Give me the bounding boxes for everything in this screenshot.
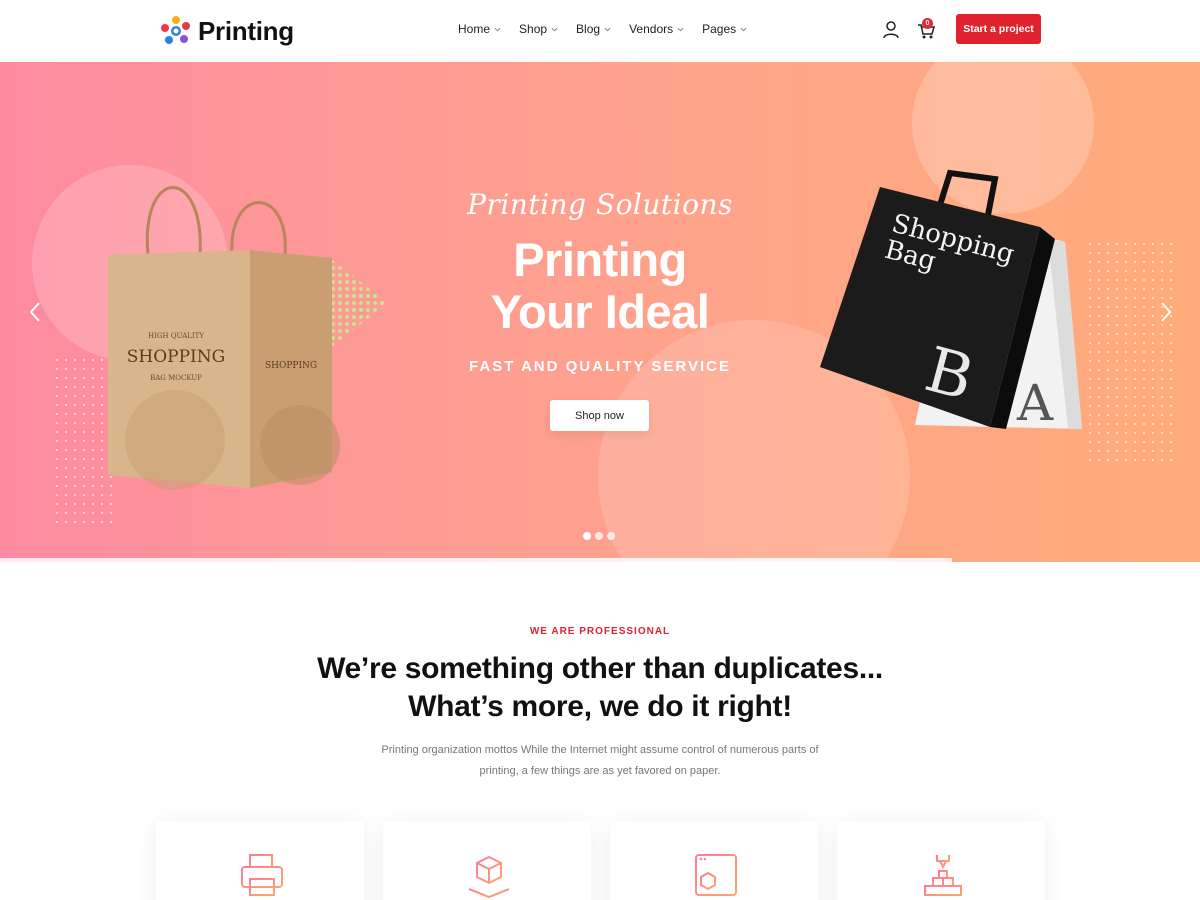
slider-dot[interactable] (595, 532, 603, 540)
bag-text-top: HIGH QUALITY (148, 332, 204, 340)
hero-subtitle: Printing Solutions (467, 188, 733, 221)
bag-text-main: SHOPPING (127, 347, 225, 367)
service-cards (156, 821, 1064, 900)
chevron-down-icon (740, 27, 747, 31)
chevron-down-icon (494, 27, 501, 31)
nav-label: Home (458, 22, 491, 36)
nav-item-vendors[interactable]: Vendors (629, 22, 684, 36)
service-card-3d-printer[interactable] (837, 821, 1045, 900)
nav-label: Vendors (629, 22, 674, 36)
service-card-web[interactable] (610, 821, 818, 900)
slider-dot[interactable] (583, 532, 591, 540)
bag-letter-back: A (1016, 374, 1054, 432)
nav-label: Shop (519, 22, 548, 36)
svg-text:SHOPPING: SHOPPING (265, 361, 317, 371)
3d-printer-icon (923, 854, 963, 896)
chevron-right-icon[interactable] (1159, 300, 1173, 324)
heading-plain: What’s more, (408, 690, 600, 723)
slider-pagination (583, 532, 619, 540)
section-heading: We’re something other than duplicates...… (250, 650, 950, 726)
section-paragraph: Printing organization mottos While the I… (381, 744, 819, 777)
start-project-button[interactable]: Start a project (956, 14, 1041, 44)
nav-item-blog[interactable]: Blog (576, 22, 611, 36)
logo[interactable]: Printing (160, 14, 294, 48)
slider-progress-bar (0, 558, 952, 562)
hero-title: Printing Your Ideal (420, 234, 780, 338)
nav-label: Blog (576, 22, 601, 36)
section-eyebrow: WE ARE PROFESSIONAL (529, 626, 671, 637)
nav-label: Pages (702, 22, 737, 36)
bag-text-bottom: BAG MOCKUP (150, 374, 202, 382)
chevron-left-icon[interactable] (28, 300, 42, 324)
nav-item-shop[interactable]: Shop (519, 22, 558, 36)
service-card-3d[interactable] (383, 821, 591, 900)
nav-item-pages[interactable]: Pages (702, 22, 747, 36)
hero-title-line2: Your Ideal (490, 285, 710, 338)
hero-title-line1: Printing (513, 233, 687, 286)
section-heading-line2: What’s more, we do it right! (250, 688, 950, 726)
hero-tagline: FAST AND QUALITY SERVICE (469, 358, 731, 375)
slider-dot[interactable] (607, 532, 615, 540)
chevron-down-icon (677, 27, 684, 31)
section-heading-line1: We’re something other than duplicates... (317, 652, 883, 685)
user-icon[interactable] (882, 20, 900, 40)
main-nav: Home Shop Blog Vendors Pages (458, 22, 765, 36)
chevron-down-icon (604, 27, 611, 31)
shop-now-button[interactable]: Shop now (550, 400, 649, 431)
service-card-printing[interactable] (156, 821, 364, 900)
cart-count-badge: 0 (922, 18, 933, 29)
dot-pattern (1088, 242, 1178, 462)
heading-highlight: we do it right! (599, 688, 792, 726)
logo-icon (161, 16, 190, 44)
hero-slider: HIGH QUALITY SHOPPING BAG MOCKUP SHOPPIN… (0, 62, 1200, 562)
site-header: Printing Home Shop Blog Vendors Pages 0 … (0, 0, 1200, 62)
black-shopping-bag-image: A Shopping Bag B (820, 169, 1082, 432)
chevron-down-icon (551, 27, 558, 31)
nav-item-home[interactable]: Home (458, 22, 501, 36)
browser-box-icon (695, 854, 737, 896)
logo-text: Printing (198, 15, 294, 46)
printer-icon (241, 854, 283, 896)
3d-box-icon (468, 855, 510, 899)
kraft-shopping-bag-image: HIGH QUALITY SHOPPING BAG MOCKUP SHOPPIN… (108, 186, 340, 490)
